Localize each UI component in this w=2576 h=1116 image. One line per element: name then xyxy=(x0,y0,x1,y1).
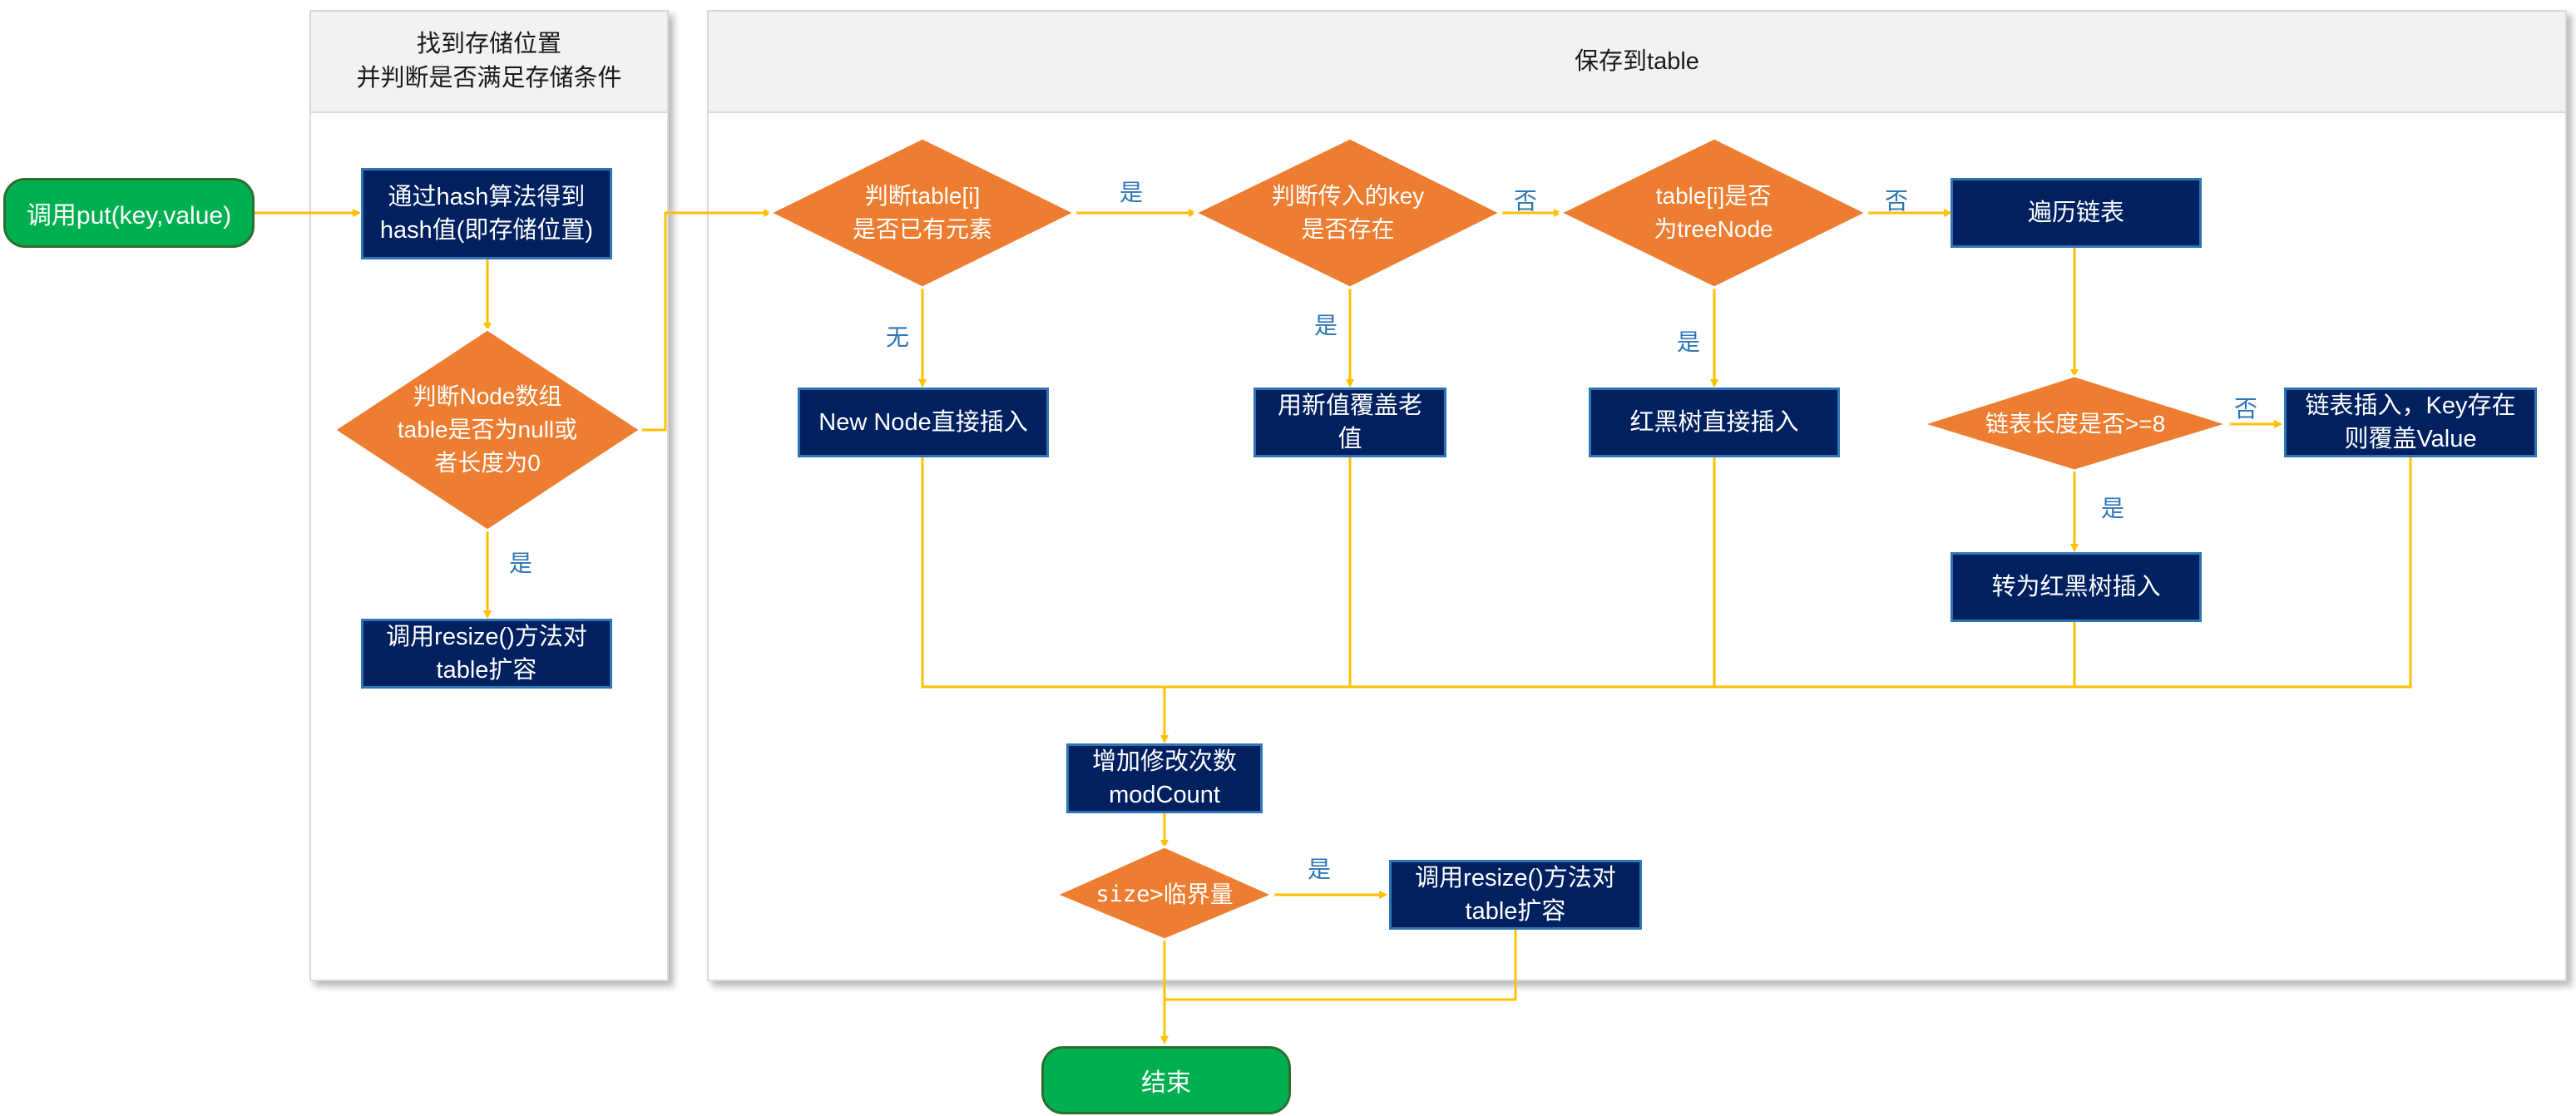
decision-is-treenode-line-2: 为treeNode xyxy=(1654,216,1773,242)
process-new-node: New Node直接插入 xyxy=(798,388,1049,457)
process-modcount-line-2: modCount xyxy=(1109,782,1220,808)
edge-label-lenchk-yes: 是 xyxy=(2101,496,2125,521)
process-overwrite-line-1: 用新值覆盖老 xyxy=(1277,392,1422,419)
decision-key-exists-line-1: 判断传入的key xyxy=(1271,183,1425,210)
decision-size-threshold-label: 临界量 xyxy=(1163,881,1234,908)
decision-length-check: 链表长度是否>=8 xyxy=(1923,399,2227,449)
process-to-rb-tree-label: 转为红黑树插入 xyxy=(1991,573,2161,600)
edge-label-keyexist-no: 否 xyxy=(1514,188,1538,214)
process-overwrite: 用新值覆盖老 值 xyxy=(1253,388,1446,457)
process-list-insert-line-1: 链表插入，Key存在 xyxy=(2305,392,2516,419)
process-hash-line-2: hash值(即存储位置) xyxy=(379,217,594,244)
decision-table-null-line-2: table是否为null或 xyxy=(397,417,578,443)
process-traverse: 遍历链表 xyxy=(1951,178,2202,248)
process-hash-line-1: 通过hash算法得到 xyxy=(388,183,586,210)
decision-key-exists-line-2: 是否存在 xyxy=(1301,216,1395,242)
process-modcount: 增加修改次数 modCount xyxy=(1066,743,1263,813)
process-rb-insert-label: 红黑树直接插入 xyxy=(1629,408,1799,436)
decision-table-null: 判断Node数组 table是否为null或 者长度为0 xyxy=(334,363,640,496)
decision-has-element-line-2: 是否已有元素 xyxy=(852,216,992,242)
edge-check-has xyxy=(640,209,772,432)
process-modcount-line-1: 增加修改次数 xyxy=(1091,748,1237,775)
decision-is-treenode-line-1: table[i]是否 xyxy=(1655,183,1772,210)
decision-size-threshold: size> 临界量 xyxy=(1056,870,1273,920)
process-resize-1-line-2: table扩容 xyxy=(436,657,537,684)
decision-is-treenode: table[i]是否 为treeNode xyxy=(1560,171,1866,254)
edge-label-keyexist-yes: 是 xyxy=(1314,313,1338,338)
process-resize-1: 调用resize()方法对 table扩容 xyxy=(361,619,612,689)
process-list-insert-line-2: 则覆盖Value xyxy=(2344,426,2477,452)
process-resize-2-line-1: 调用resize()方法对 xyxy=(1415,864,1616,891)
process-list-insert: 链表插入，Key存在 则覆盖Value xyxy=(2284,388,2537,457)
process-resize-1-line-1: 调用resize()方法对 xyxy=(386,623,587,650)
decision-length-check-label: 链表长度是否>=8 xyxy=(1985,411,2166,437)
edge-resize-end xyxy=(1164,928,1517,1001)
process-resize-2: 调用resize()方法对 table扩容 xyxy=(1389,860,1642,930)
edge-label-lenchk-no: 否 xyxy=(2234,396,2258,422)
edge-label-istree-no: 否 xyxy=(1885,188,1909,214)
process-overwrite-line-2: 值 xyxy=(1337,426,1362,452)
process-to-rb-tree: 转为红黑树插入 xyxy=(1951,552,2202,622)
edge-label-has-yes: 是 xyxy=(1120,180,1144,205)
process-resize-2-line-2: table扩容 xyxy=(1465,898,1566,925)
process-new-node-label: New Node直接插入 xyxy=(818,408,1028,436)
start-terminal-label: 调用put(key,value) xyxy=(26,202,232,230)
decision-table-null-line-1: 判断Node数组 xyxy=(413,383,562,410)
decision-size-threshold-var: size> xyxy=(1095,881,1164,907)
process-traverse-label: 遍历链表 xyxy=(2027,199,2124,226)
process-hash: 通过hash算法得到 hash值(即存储位置) xyxy=(361,168,612,259)
process-rb-insert: 红黑树直接插入 xyxy=(1589,388,1840,457)
edge-label-size-yes: 是 xyxy=(1308,857,1332,882)
edge-label-istree-yes: 是 xyxy=(1677,329,1701,355)
decision-key-exists: 判断传入的key 是否存在 xyxy=(1195,171,1501,254)
decision-has-element-line-1: 判断table[i] xyxy=(864,183,981,210)
decision-table-null-line-3: 者长度为0 xyxy=(434,449,541,476)
end-terminal-label: 结束 xyxy=(1141,1069,1191,1097)
start-terminal: 调用put(key,value) xyxy=(3,178,255,248)
end-terminal: 结束 xyxy=(1041,1046,1291,1114)
decision-has-element: 判断table[i] 是否已有元素 xyxy=(770,171,1075,254)
edge-label-has-none: 无 xyxy=(886,324,910,350)
edge-label-check-yes: 是 xyxy=(509,551,533,576)
